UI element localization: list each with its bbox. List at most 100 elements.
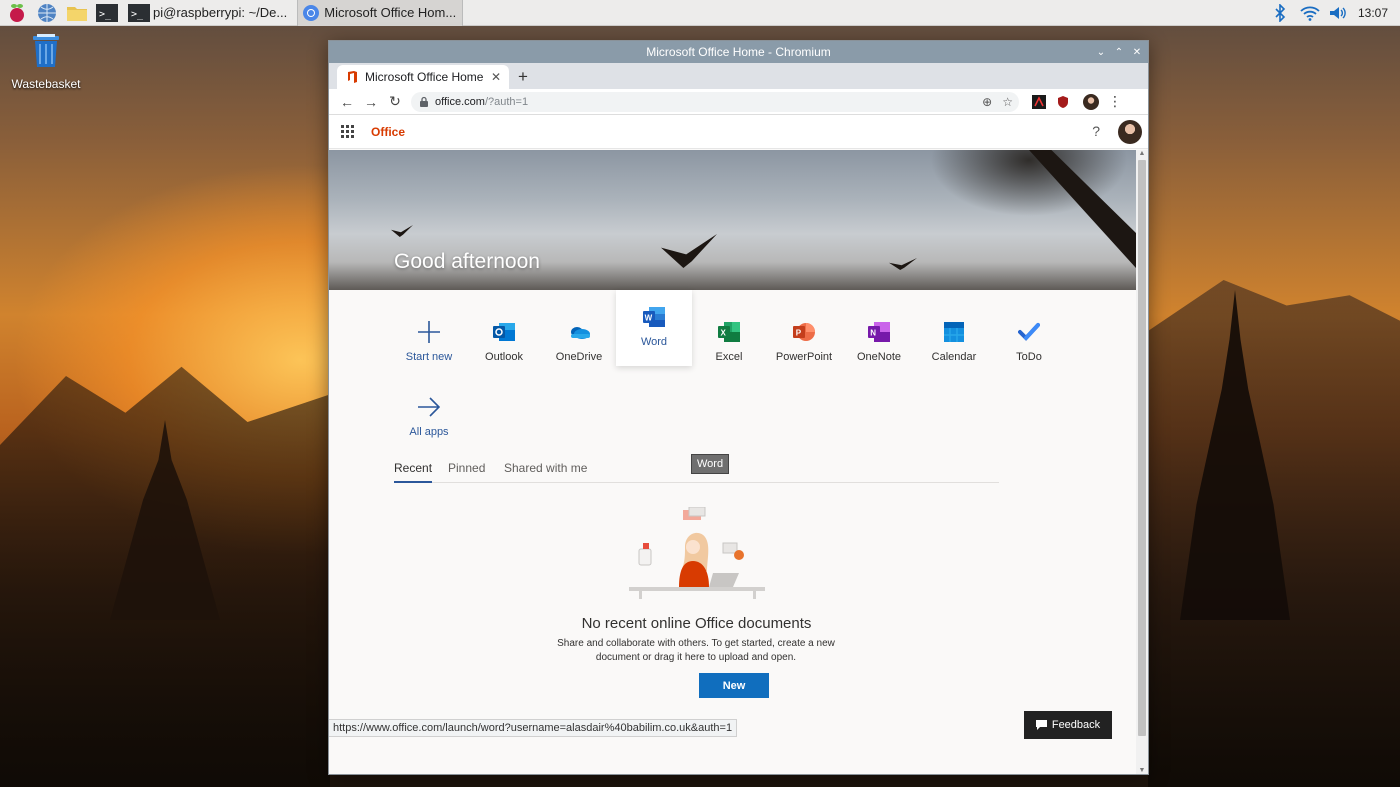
tab-pinned[interactable]: Pinned [448,461,485,475]
page-scrollbar[interactable]: ▲ ▼ [1136,150,1148,774]
app-excel[interactable]: X Excel [691,305,767,381]
app-word[interactable]: W Word [616,290,692,366]
outlook-icon [493,323,515,341]
app-label: Start new [405,351,453,363]
link-status-bar: https://www.office.com/launch/word?usern… [329,719,738,737]
taskbar-task-label: pi@raspberrypi: ~/De... [153,5,288,20]
empty-state-illustration [629,507,765,599]
tab-shared-with-me[interactable]: Shared with me [504,461,587,475]
taskbar: >_ >_ pi@raspberrypi: ~/De... Microsoft … [0,0,1400,26]
url-host: office.com [435,95,485,108]
app-outlook[interactable]: Outlook [466,305,542,381]
lock-icon[interactable] [419,96,429,107]
bird-graphic [661,234,717,268]
all-apps-button[interactable]: All apps [391,380,467,456]
ublock-extension-icon[interactable] [1053,92,1073,112]
volume-icon[interactable] [1328,5,1348,21]
close-icon[interactable]: ✕ [1132,47,1142,58]
app-label: Excel [715,351,743,363]
bird-graphic [889,258,917,270]
desktop-icon-label: Wastebasket [11,77,81,91]
browser-tab-office[interactable]: Microsoft Office Home ✕ [337,65,509,89]
greeting: Good afternoon [394,250,540,273]
tab-recent[interactable]: Recent [394,461,433,483]
chromium-icon [303,4,320,21]
svg-text:>_: >_ [131,9,144,20]
tab-strip: Microsoft Office Home ✕ + [329,63,1148,89]
browser-tab-title: Microsoft Office Home [365,70,484,84]
app-label: ToDo [1016,351,1042,363]
arrow-right-icon [418,397,440,417]
app-label: PowerPoint [775,351,833,363]
app-label: Outlook [485,351,523,363]
app-label: OneNote [856,351,902,363]
svg-text:N: N [870,329,876,338]
chat-bubble-icon [1035,720,1047,730]
help-icon[interactable]: ? [1092,123,1100,139]
office-brand[interactable]: Office [371,125,405,139]
taskbar-task-chromium[interactable]: Microsoft Office Hom... [297,0,464,26]
office-favicon-icon [348,71,357,83]
app-calendar[interactable]: Calendar [916,305,992,381]
profile-avatar-icon[interactable] [1081,92,1101,112]
svg-text:P: P [796,329,802,338]
scroll-up-icon[interactable]: ▲ [1136,150,1148,157]
system-tray: 13:07 [1274,0,1400,26]
app-label: All apps [409,426,449,438]
svg-text:W: W [645,314,653,323]
palm-trunk-graphic [1029,150,1137,290]
browser-menu-icon[interactable]: ⋮ [1105,92,1125,112]
web-browser-icon[interactable] [34,0,60,26]
window-titlebar[interactable]: Microsoft Office Home - Chromium ⌄ ⌃ ✕ [329,41,1148,63]
address-bar[interactable]: office.com /?auth=1 ⊕ ☆ [411,91,1019,112]
app-launcher-icon[interactable] [341,124,355,139]
app-powerpoint[interactable]: P PowerPoint [766,305,842,381]
account-avatar[interactable] [1118,120,1142,144]
app-label: OneDrive [555,351,603,363]
svg-text:X: X [721,329,727,338]
file-manager-icon[interactable] [64,0,90,26]
app-onedrive[interactable]: OneDrive [541,305,617,381]
new-tab-button[interactable]: + [509,65,537,89]
scroll-down-icon[interactable]: ▼ [1136,767,1148,774]
scroll-thumb[interactable] [1138,160,1146,736]
bluetooth-icon[interactable] [1274,4,1286,22]
feedback-label: Feedback [1051,719,1101,731]
desktop-icon-wastebasket[interactable]: Wastebasket [8,32,84,91]
raspberry-menu-icon[interactable] [4,0,30,26]
window-title: Microsoft Office Home - Chromium [646,45,831,59]
tab-close-icon[interactable]: ✕ [491,70,501,84]
taskbar-task-terminal[interactable]: >_ pi@raspberrypi: ~/De... [124,0,293,26]
bird-graphic [391,225,413,237]
hero-banner: Good afternoon [329,150,1137,290]
wifi-icon[interactable] [1300,5,1320,21]
reload-icon[interactable]: ↻ [383,90,407,114]
clock[interactable]: 13:07 [1358,6,1388,20]
maximize-icon[interactable]: ⌃ [1114,47,1124,58]
empty-state-title: No recent online Office documents [581,615,812,632]
forward-icon[interactable]: → [359,90,383,114]
window-controls: ⌄ ⌃ ✕ [1096,41,1142,63]
minimize-icon[interactable]: ⌄ [1096,47,1106,58]
new-document-button[interactable]: New [699,673,769,698]
extension-icon[interactable] [1029,92,1049,112]
install-icon[interactable]: ⊕ [982,95,992,109]
onenote-icon: N [868,322,890,342]
onedrive-icon [571,327,590,339]
powerpoint-icon: P [793,323,815,341]
feedback-button[interactable]: Feedback [1024,711,1112,739]
taskbar-task-label: Microsoft Office Hom... [324,5,457,20]
bookmark-star-icon[interactable]: ☆ [1002,95,1013,109]
browser-toolbar: ← → ↻ office.com /?auth=1 ⊕ ☆ ⋮ [329,89,1148,115]
plus-icon [418,321,440,343]
app-todo[interactable]: ToDo [991,305,1067,381]
office-header: Office ? [329,115,1148,149]
terminal-icon[interactable]: >_ [94,0,120,26]
office-page: Office ? Good afternoon Start new Outloo… [329,115,1148,774]
url-path: /?auth=1 [484,95,529,108]
app-onenote[interactable]: N OneNote [841,305,917,381]
word-icon: W [643,307,665,327]
back-icon[interactable]: ← [335,90,359,114]
start-new-button[interactable]: Start new [391,305,467,381]
terminal-icon: >_ [128,3,150,22]
